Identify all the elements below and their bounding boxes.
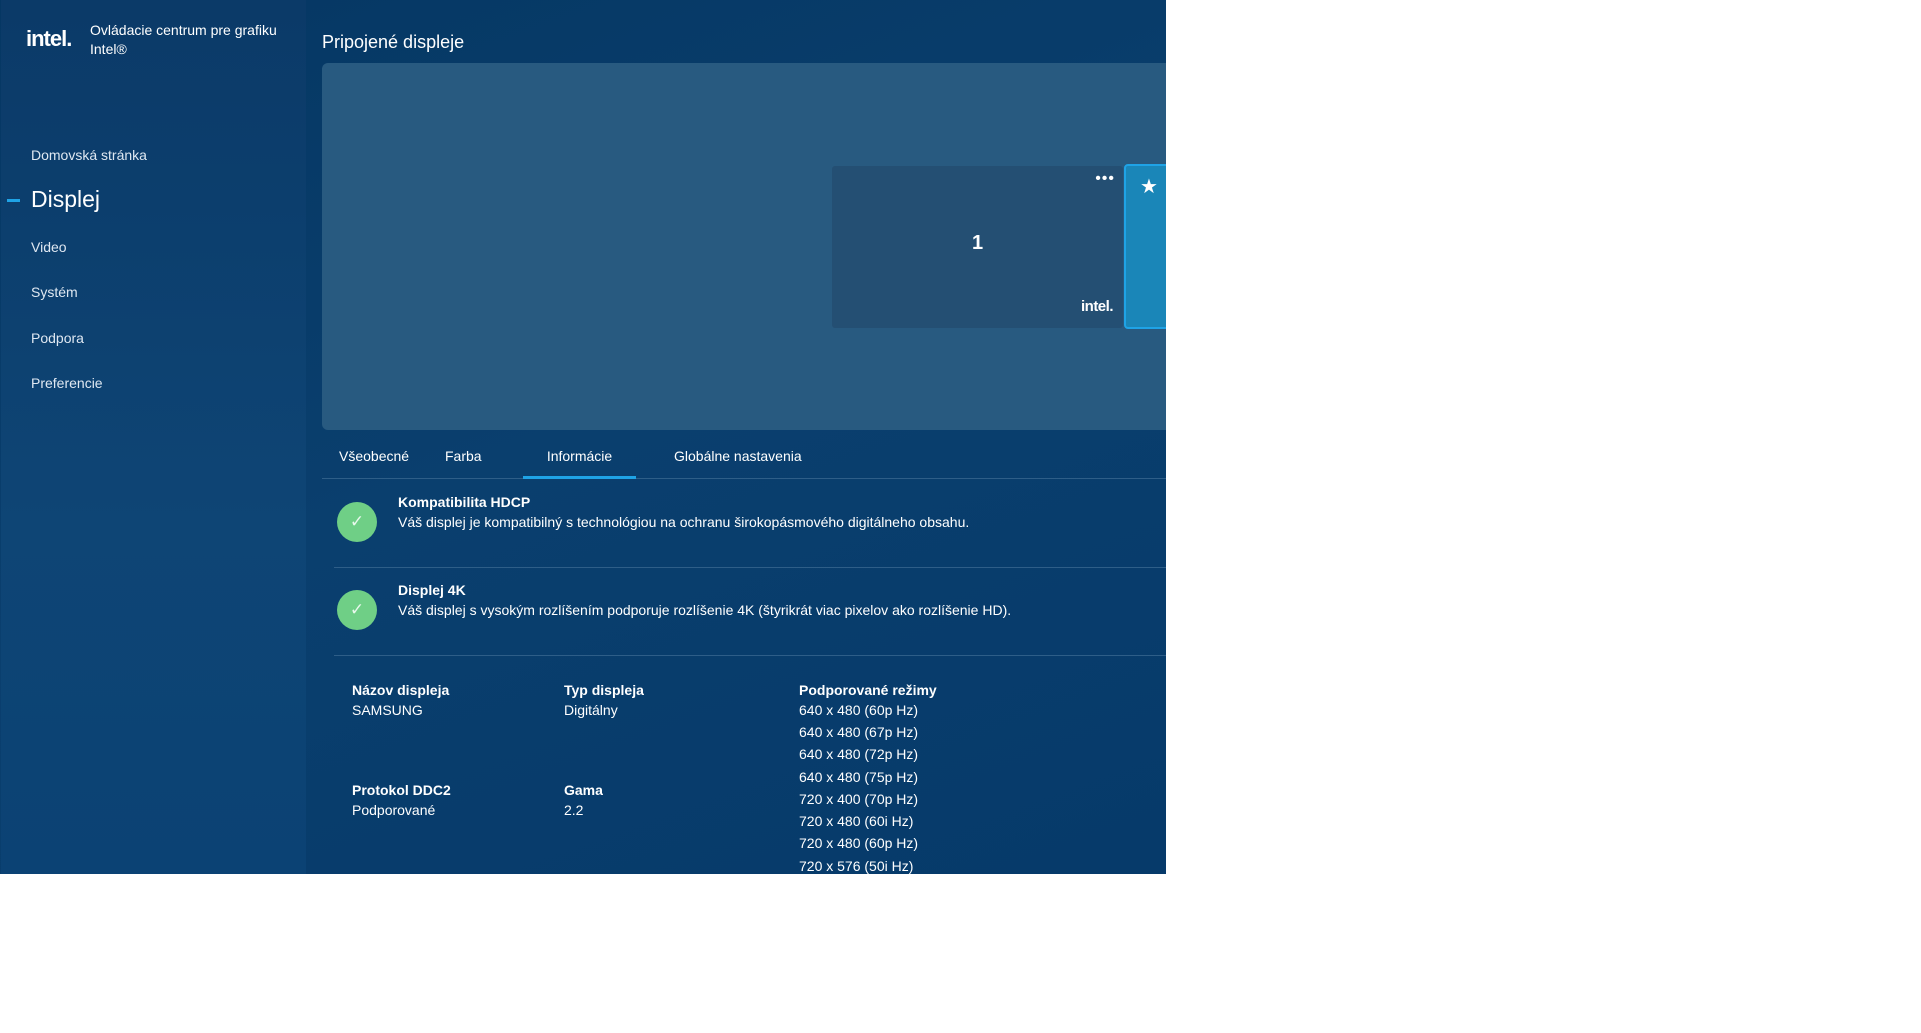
tab-color[interactable]: Farba [445, 448, 482, 464]
feature-desc: Váš displej s vysokým rozlíšením podporu… [398, 602, 1012, 618]
app-title: Ovládacie centrum pre grafiku Intel® [90, 22, 277, 57]
mode-item: 720 x 480 (60i Hz) [799, 813, 914, 829]
sidebar-item-system[interactable]: Systém [31, 284, 78, 300]
modes-label: Podporované režimy [799, 682, 937, 698]
divider [334, 567, 1166, 568]
ddc-label: Protokol DDC2 [352, 782, 451, 798]
divider [334, 655, 1166, 656]
display-card[interactable]: ••• 1 intel. [832, 166, 1123, 328]
active-indicator [7, 199, 20, 202]
sidebar-item-video[interactable]: Video [31, 239, 67, 255]
mode-item: 640 x 480 (60p Hz) [799, 702, 919, 718]
intel-logo: intel. [26, 26, 72, 51]
app-window: intel. Ovládacie centrum pre grafiku Int… [0, 0, 1166, 874]
page-title: Pripojené displeje [322, 32, 465, 52]
intel-logo: intel. [1080, 298, 1114, 315]
sidebar-item-support[interactable]: Podpora [31, 330, 84, 346]
more-options-icon[interactable]: ••• [1095, 170, 1115, 188]
main-content: Pripojené displeje ••• 1 intel. ★ Všeobe… [306, 0, 1166, 874]
active-tab-indicator [523, 476, 636, 479]
tab-information[interactable]: Informácie [523, 448, 636, 464]
ddc-value: Podporované [352, 802, 436, 818]
mode-item: 640 x 480 (67p Hz) [799, 724, 919, 740]
display-type-label: Typ displeja [564, 682, 644, 698]
sidebar-item-preferences[interactable]: Preferencie [31, 375, 103, 391]
gamma-value: 2.2 [564, 802, 584, 818]
display-tile-selected[interactable]: ★ [1124, 164, 1166, 329]
mode-item: 720 x 480 (60p Hz) [799, 835, 919, 851]
display-name-label: Názov displeja [352, 682, 450, 698]
mode-item: 640 x 480 (75p Hz) [799, 769, 919, 785]
display-number: 1 [971, 232, 984, 254]
mode-item: 720 x 400 (70p Hz) [799, 791, 919, 807]
display-name-value: SAMSUNG [352, 702, 423, 718]
mode-item: 640 x 480 (72p Hz) [799, 746, 919, 762]
display-type-value: Digitálny [564, 702, 618, 718]
sidebar-item-display[interactable]: Displej [31, 186, 100, 213]
star-icon: ★ [1140, 176, 1158, 198]
feature-desc: Váš displej je kompatibilný s technológi… [398, 514, 970, 530]
mode-item: 720 x 576 (50i Hz) [799, 858, 914, 874]
tab-general[interactable]: Všeobecné [339, 448, 409, 464]
check-icon: ✓ [337, 502, 377, 542]
gamma-label: Gama [564, 782, 603, 798]
feature-title: Displej 4K [398, 582, 466, 598]
tab-global-settings[interactable]: Globálne nastavenia [674, 448, 802, 464]
feature-title: Kompatibilita HDCP [398, 494, 531, 510]
check-icon: ✓ [337, 590, 377, 630]
sidebar: intel. Ovládacie centrum pre grafiku Int… [1, 0, 306, 874]
sidebar-item-home[interactable]: Domovská stránka [31, 147, 147, 163]
tab-bar: Všeobecné Farba Informácie Globálne nast… [322, 436, 1166, 479]
